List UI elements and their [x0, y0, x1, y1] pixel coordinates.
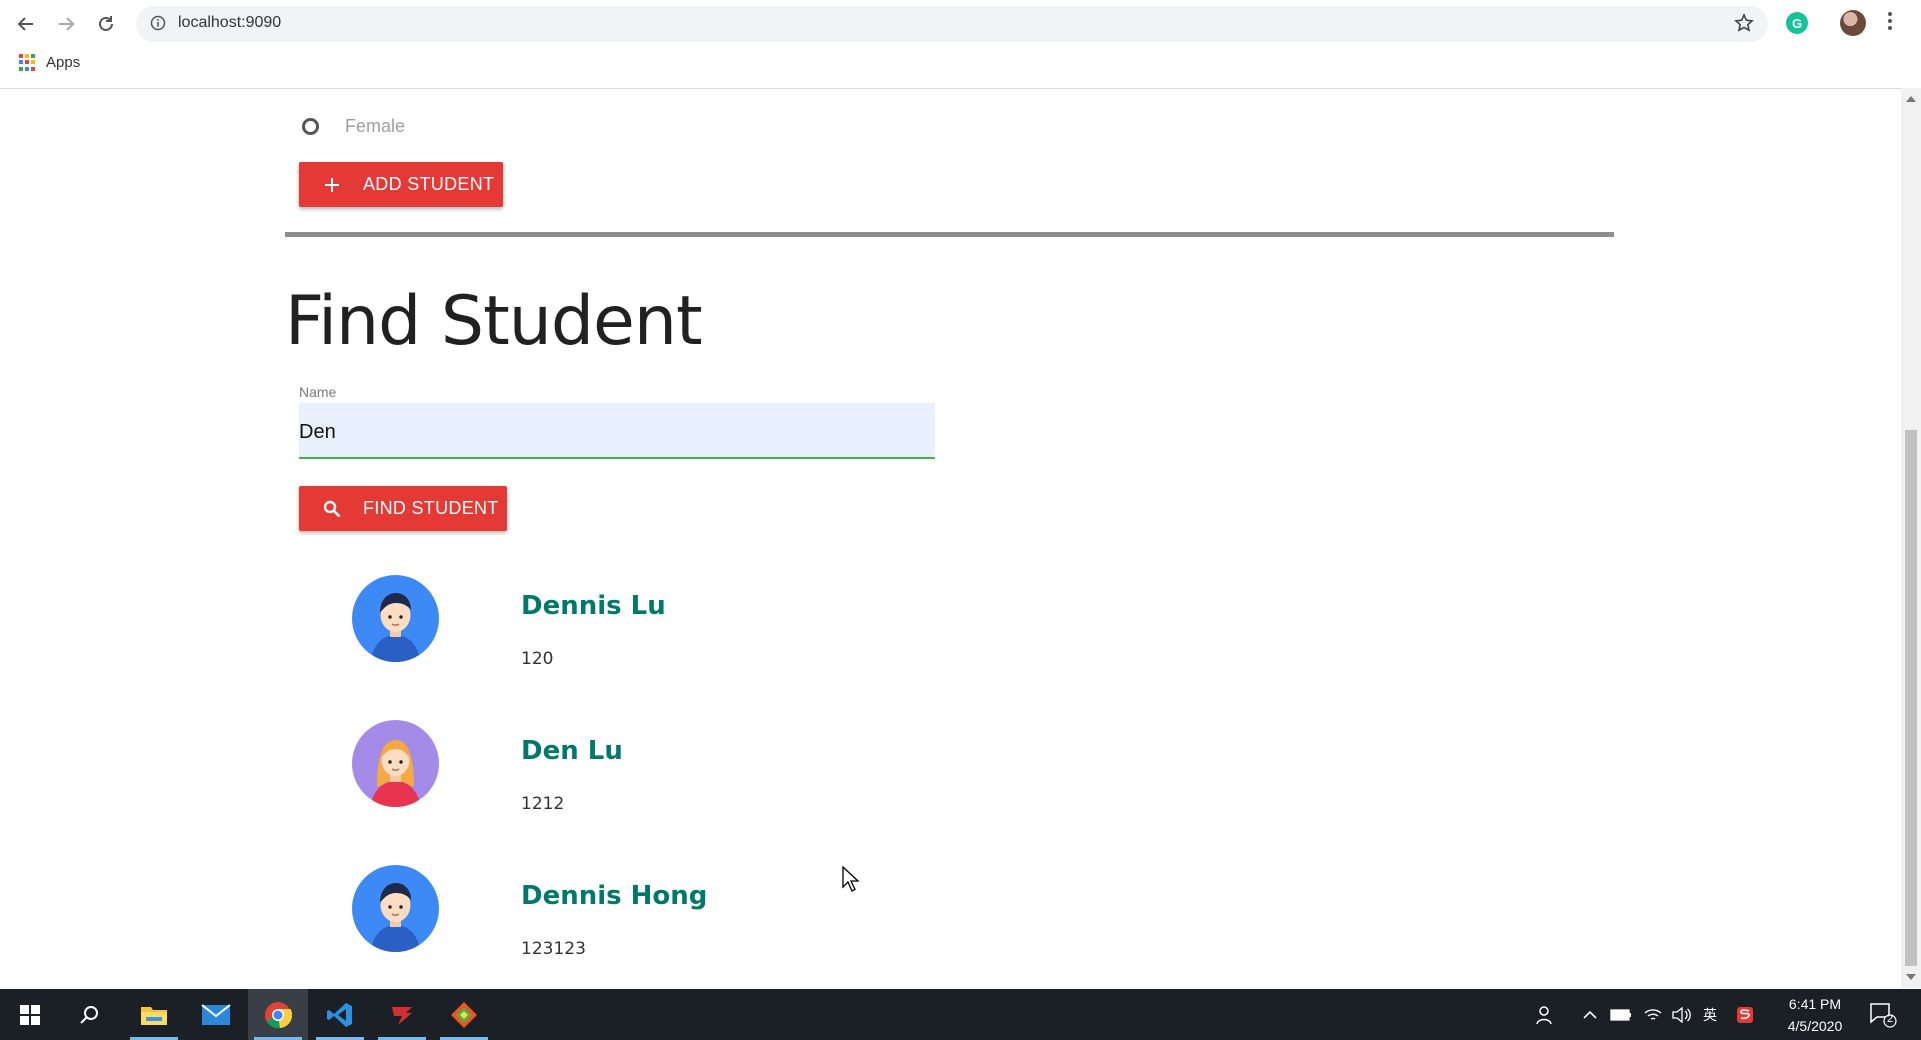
student-name: Dennis Lu: [521, 591, 666, 621]
list-item[interactable]: Dennis Hong 123123: [352, 865, 1052, 959]
search-icon: [80, 1005, 98, 1024]
windows-taskbar: 英 6:41 PM 4/5/2020 2: [0, 989, 1921, 1040]
radio-button[interactable]: [302, 118, 319, 135]
tray-chevron-up-icon[interactable]: [1582, 989, 1598, 1040]
list-item[interactable]: Dennis Lu 120: [352, 575, 1052, 669]
tray-volume-icon[interactable]: [1672, 989, 1692, 1040]
tray-battery-icon[interactable]: [1610, 989, 1632, 1040]
tray-people-icon[interactable]: [1535, 989, 1555, 1040]
student-id: 120: [521, 649, 554, 669]
page-title: Find Student: [285, 282, 703, 361]
forward-arrow-icon: [59, 17, 75, 31]
chrome-button[interactable]: [248, 989, 308, 1040]
back-arrow-icon: [17, 17, 33, 31]
clock-time: 6:41 PM: [1788, 996, 1842, 1012]
taskbar-clock[interactable]: 6:41 PM 4/5/2020: [1770, 993, 1860, 1037]
info-icon[interactable]: [150, 15, 166, 35]
male-avatar-icon: [352, 575, 439, 662]
notification-center-icon[interactable]: 2: [1868, 1001, 1898, 1033]
scroll-down-arrow-icon[interactable]: [1906, 974, 1916, 980]
apps-grid-icon: [19, 54, 36, 71]
section-divider: [285, 232, 1614, 237]
profile-avatar[interactable]: [1840, 10, 1866, 36]
male-avatar-icon: [352, 865, 439, 952]
folder-icon: [141, 1006, 167, 1025]
name-field-label: Name: [299, 384, 337, 400]
scroll-thumb[interactable]: [1905, 430, 1917, 966]
mouse-cursor-icon: [842, 866, 860, 892]
red-app-icon: [392, 1006, 412, 1025]
bookmark-star-icon[interactable]: [1734, 13, 1754, 37]
extension-letter: G: [1791, 15, 1803, 31]
scroll-up-arrow-icon[interactable]: [1906, 96, 1916, 102]
bookmark-apps[interactable]: Apps: [19, 54, 80, 71]
start-button[interactable]: [0, 989, 60, 1040]
browser-toolbar: localhost:9090 G Apps: [0, 0, 1921, 89]
find-student-button[interactable]: FIND STUDENT: [299, 486, 507, 531]
radio-label-female: Female: [345, 116, 406, 136]
female-avatar-icon: [352, 720, 439, 807]
find-student-label: FIND STUDENT: [363, 498, 499, 518]
git-diamond-icon: [451, 1001, 477, 1028]
grammarly-extension-icon[interactable]: G: [1786, 12, 1808, 34]
name-field: Name Den: [299, 384, 935, 459]
reload-icon: [99, 16, 113, 31]
browser-menu-icon[interactable]: [1888, 12, 1894, 33]
mail-button[interactable]: [186, 989, 246, 1040]
address-bar[interactable]: localhost:9090: [136, 6, 1768, 42]
vscode-icon: [327, 1002, 352, 1027]
reload-button[interactable]: [92, 10, 120, 38]
add-student-button[interactable]: ADD STUDENT: [299, 162, 503, 207]
file-explorer-button[interactable]: [124, 989, 184, 1040]
page-scrollbar[interactable]: [1901, 88, 1921, 988]
apps-label: Apps: [46, 54, 81, 71]
mail-icon: [201, 1003, 231, 1025]
vscode-button[interactable]: [310, 989, 370, 1040]
student-name: Dennis Hong: [521, 881, 708, 911]
windows-logo-icon: [20, 1004, 40, 1025]
list-item[interactable]: Den Lu 1212: [352, 720, 1052, 814]
tray-wifi-icon[interactable]: [1643, 989, 1663, 1040]
plus-icon: [321, 174, 343, 196]
add-student-label: ADD STUDENT: [363, 174, 495, 194]
clock-date: 4/5/2020: [1787, 1018, 1843, 1034]
search-icon: [321, 498, 343, 520]
search-taskbar-button[interactable]: [60, 989, 120, 1040]
student-id: 123123: [521, 939, 586, 959]
student-name: Den Lu: [521, 736, 623, 766]
tray-red-app-icon[interactable]: [1736, 989, 1754, 1040]
tray-ime[interactable]: 英: [1703, 989, 1717, 1040]
notification-count: 2: [1887, 1013, 1894, 1025]
back-button[interactable]: [12, 10, 40, 38]
name-input[interactable]: Den: [299, 403, 935, 459]
forward-button[interactable]: [52, 10, 80, 38]
gender-female-option[interactable]: Female: [302, 116, 405, 137]
app-red-button[interactable]: [372, 989, 432, 1040]
url-text[interactable]: localhost:9090: [178, 14, 281, 32]
git-app-button[interactable]: [434, 989, 494, 1040]
chrome-icon: [265, 1001, 292, 1028]
student-id: 1212: [521, 794, 565, 814]
